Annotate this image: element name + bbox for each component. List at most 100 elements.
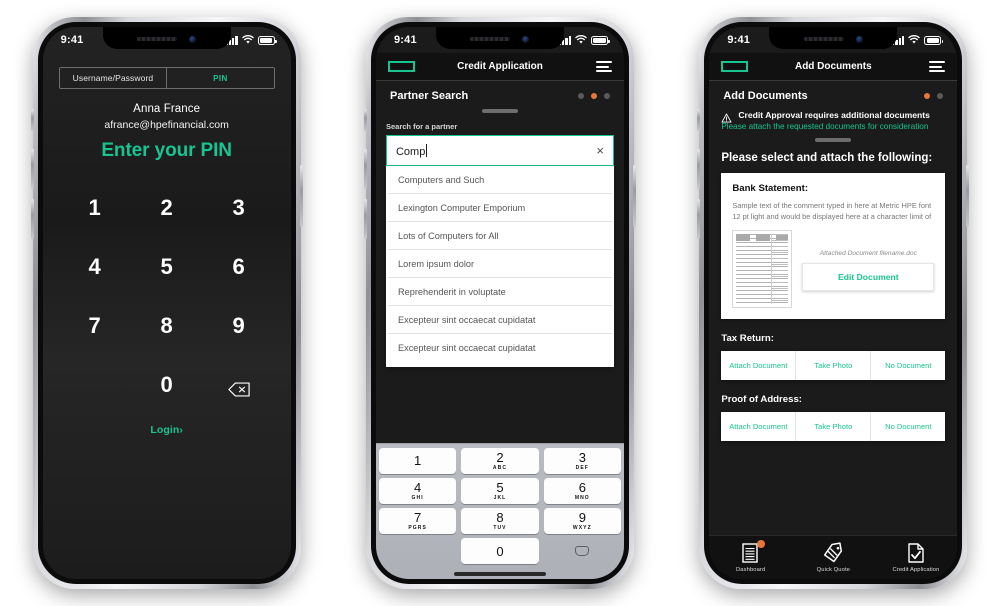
attached-document-filename: Attached Document filename.doc [819,250,917,258]
keyboard-icon [575,546,590,556]
kb-key-letters: ABC [492,465,508,471]
list-item[interactable]: Excepteur sint occaecat cupidatat [387,306,612,334]
status-time: 9:41 [393,34,417,46]
keypad-key-1[interactable]: 1 [59,178,131,237]
keyboard-switch-button[interactable] [544,538,621,564]
keypad-key-5[interactable]: 5 [131,237,203,296]
search-input[interactable]: Comp × [385,135,614,166]
volume-down-button[interactable] [697,199,701,239]
volume-up-button[interactable] [363,149,367,189]
list-item[interactable]: Lots of Computers for All [387,222,612,250]
keypad-key-8[interactable]: 8 [131,296,203,355]
no-document-button[interactable]: No Document [870,412,945,442]
device-notch [769,27,898,49]
hamburger-menu-icon[interactable] [595,61,612,72]
tab-username-password[interactable]: Username/Password [60,68,167,88]
list-item[interactable]: Computers and Such [387,166,612,194]
volume-down-button[interactable] [363,199,367,239]
section-title: Add Documents [723,90,808,102]
search-results-list: Computers and Such Lexington Computer Em… [385,166,614,367]
proof-of-address-title: Proof of Address: [721,394,802,406]
tax-return-button-group: Attach Document Take Photo No Document [721,351,946,381]
kb-key-digit: 2 [496,450,504,465]
kb-key-2[interactable]: 2 ABC [461,448,539,474]
mute-switch[interactable] [30,109,34,131]
kb-key-digit: 1 [414,453,422,468]
volume-up-button[interactable] [697,149,701,189]
hamburger-menu-icon[interactable] [929,61,946,72]
alert-primary-text: Credit Approval requires additional docu… [738,110,930,120]
keypad-key-4[interactable]: 4 [59,237,131,296]
screen-pin-login: 9:41 Username/Password PIN Anna France a… [42,27,291,579]
keypad-backspace-button[interactable] [203,355,275,414]
page-dot-2[interactable] [937,93,944,99]
edit-document-button[interactable]: Edit Document [802,263,935,292]
keypad-key-2[interactable]: 2 [131,178,203,237]
power-button[interactable] [966,165,970,227]
keypad-key-0[interactable]: 0 [131,355,203,414]
page-dot-1[interactable] [577,93,584,99]
keyboard-grid: 1 2 ABC 3 DEF 4 GHI 5 JKL 6 MNO 7 PGRS 8… [378,448,621,534]
screen-add-documents: 9:41 Add Documents Add Documents Credit … [709,27,958,579]
wifi-icon [908,35,921,44]
status-time: 9:41 [60,34,84,46]
tab-quick-quote[interactable]: Quick Quote [792,542,875,573]
bank-statement-title: Bank Statement: [732,183,809,194]
status-time: 9:41 [727,34,751,46]
power-button[interactable] [632,165,636,227]
kb-key-digit: 6 [578,480,586,495]
mute-switch[interactable] [363,109,367,131]
page-dot-2-active[interactable] [590,93,597,99]
take-photo-button[interactable]: Take Photo [795,412,870,442]
attach-document-button[interactable]: Attach Document [721,351,795,380]
tab-credit-application[interactable]: Credit Application [875,542,958,573]
tab-label: Credit Application [892,567,940,573]
clear-search-icon[interactable]: × [596,144,604,157]
hpe-logo-icon[interactable] [387,61,415,72]
volume-up-button[interactable] [30,149,34,189]
backspace-icon [227,377,250,397]
list-item[interactable]: Excepteur sint occaecat cupidatat [388,334,612,361]
keypad-key-7[interactable]: 7 [59,296,131,355]
kb-key-6[interactable]: 6 MNO [543,478,621,504]
kb-key-8[interactable]: 8 TUV [461,508,539,534]
kb-key-9[interactable]: 9 WXYZ [543,508,621,534]
page-dot-3[interactable] [603,93,610,99]
account-email: afrance@hpefinancial.com [104,119,229,131]
list-item[interactable]: Reprehenderit in voluptate [387,278,612,306]
power-button[interactable] [299,165,303,227]
notification-badge [756,540,765,548]
kb-key-3[interactable]: 3 DEF [543,448,621,474]
phone-bezel: 9:41 Credit Application Partner Search S… [370,22,629,584]
attach-document-button[interactable]: Attach Document [721,412,795,441]
kb-key-7[interactable]: 7 PGRS [378,508,457,534]
tax-return-section: Tax Return: Attach Document Take Photo N… [721,333,946,381]
bank-statement-description: Sample text of the comment typed in here… [732,201,932,222]
no-document-button[interactable]: No Document [870,351,945,381]
keypad-key-9[interactable]: 9 [203,296,275,355]
tab-label: Quick Quote [816,567,850,573]
hpe-logo-icon[interactable] [721,61,749,72]
tab-dashboard[interactable]: Dashboard [709,540,792,573]
mute-switch[interactable] [697,109,701,131]
auth-method-tabs: Username/Password PIN [58,67,275,89]
keypad-key-6[interactable]: 6 [203,237,275,296]
kb-key-4[interactable]: 4 GHI [378,478,457,504]
list-item[interactable]: Lorem ipsum dolor [387,250,612,278]
page-dot-1-active[interactable] [924,93,931,99]
battery-icon [924,36,944,45]
kb-key-5[interactable]: 5 JKL [461,478,539,504]
list-item[interactable]: Lexington Computer Emporium [387,194,612,222]
kb-key-1[interactable]: 1 [378,448,457,474]
document-thumbnail[interactable] [732,230,793,309]
home-indicator[interactable] [375,569,624,579]
volume-down-button[interactable] [30,199,34,239]
tab-pin[interactable]: PIN [166,68,274,88]
kb-key-0[interactable]: 0 [461,538,539,564]
keypad-key-3[interactable]: 3 [203,178,275,237]
account-name: Anna France [133,103,201,115]
kb-key-digit: 0 [496,543,504,559]
login-button[interactable]: Login› [150,424,183,436]
kb-key-spacer [379,538,456,564]
take-photo-button[interactable]: Take Photo [795,351,870,381]
